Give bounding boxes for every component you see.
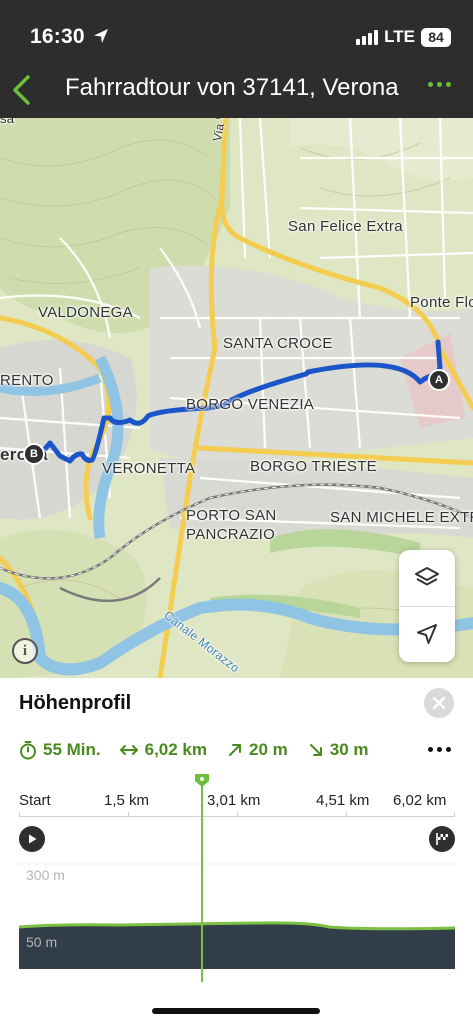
map-controls: [399, 550, 455, 662]
status-indicators: LTE 84: [356, 26, 451, 48]
map-label: BORGO TRIESTE: [250, 458, 377, 475]
close-button[interactable]: [424, 688, 454, 718]
axis-tick: [19, 812, 20, 817]
network-type: LTE: [384, 27, 415, 46]
axis-tick: [237, 812, 238, 817]
ascent-stat: 20 m: [227, 740, 288, 760]
duration-value: 55 Min.: [43, 740, 101, 759]
axis-label-4-51km: 4,51 km: [316, 792, 370, 809]
map-label: SAN MICHELE EXTR: [330, 509, 473, 526]
map-view[interactable]: sa Via Va San Felice Extra Ponte Flo VAL…: [0, 118, 473, 678]
route-start-marker[interactable]: A: [428, 369, 450, 391]
route-stats: 55 Min. 6,02 km 20 m 30 m: [19, 738, 369, 762]
location-arrow-icon: [94, 29, 108, 43]
descent-arrow-icon: [309, 744, 322, 756]
map-label: PANCRAZIO: [186, 526, 276, 543]
position-cursor-line[interactable]: [201, 778, 203, 982]
map-label: BORGO VENEZIA: [186, 396, 315, 413]
battery-icon: 84: [421, 27, 451, 47]
axis-label-1-5km: 1,5 km: [104, 792, 150, 809]
sheet-title: Höhenprofil: [19, 692, 132, 714]
stats-more-button[interactable]: [428, 747, 451, 752]
map-label: PORTO SAN: [186, 507, 277, 524]
map-label: RENTO: [0, 372, 54, 389]
duration-stat: 55 Min.: [19, 740, 101, 760]
stopwatch-icon: [20, 741, 36, 760]
axis-label-start: Start: [19, 792, 51, 809]
axis-label-3-01km: 3,01 km: [207, 792, 261, 809]
elevation-bottom-label: 50 m: [26, 934, 58, 950]
elevation-top-label: 300 m: [26, 867, 65, 883]
locate-me-button[interactable]: [399, 606, 455, 662]
elevation-chart[interactable]: [19, 838, 455, 998]
elevation-profile-sheet: Höhenprofil 55 Min. 6,02 km 20 m 30 m St…: [0, 678, 473, 1024]
navigation-arrow-icon: [417, 624, 437, 644]
distance-value: 6,02 km: [144, 740, 208, 759]
map-layers-button[interactable]: [399, 550, 455, 606]
axis-tick: [346, 812, 347, 817]
map-label: VERONETTA: [102, 460, 196, 477]
map-info-button[interactable]: i: [12, 638, 38, 664]
axis-label-6-02km: 6,02 km: [393, 792, 447, 809]
position-cursor-handle[interactable]: [193, 772, 211, 788]
map-label: SANTA CROCE: [223, 335, 333, 352]
layers-icon: [415, 567, 439, 586]
descent-stat: 30 m: [308, 740, 369, 760]
route-end-marker[interactable]: B: [23, 443, 45, 465]
ascent-value: 20 m: [249, 740, 288, 759]
axis-tick: [128, 812, 129, 817]
back-button[interactable]: [8, 72, 36, 108]
distance-stat: 6,02 km: [119, 740, 207, 760]
status-time: 16:30: [30, 25, 85, 48]
home-indicator: [152, 1008, 320, 1014]
map-label: VALDONEGA: [38, 304, 133, 321]
page-title: Fahrradtour von 37141, Verona: [65, 74, 399, 101]
distance-icon: [119, 745, 138, 755]
close-icon: [432, 696, 446, 710]
map-label: Ponte Flo: [410, 294, 473, 311]
ascent-arrow-icon: [229, 744, 242, 756]
map-label: San Felice Extra: [288, 218, 403, 235]
map-label: sa: [0, 118, 15, 126]
signal-icon: [356, 29, 379, 45]
more-options-button[interactable]: [428, 82, 451, 87]
axis-tick: [454, 812, 455, 817]
descent-value: 30 m: [329, 740, 369, 759]
app-header: 16:30 LTE 84 Fahrradtour von 37141, Vero…: [0, 0, 473, 118]
